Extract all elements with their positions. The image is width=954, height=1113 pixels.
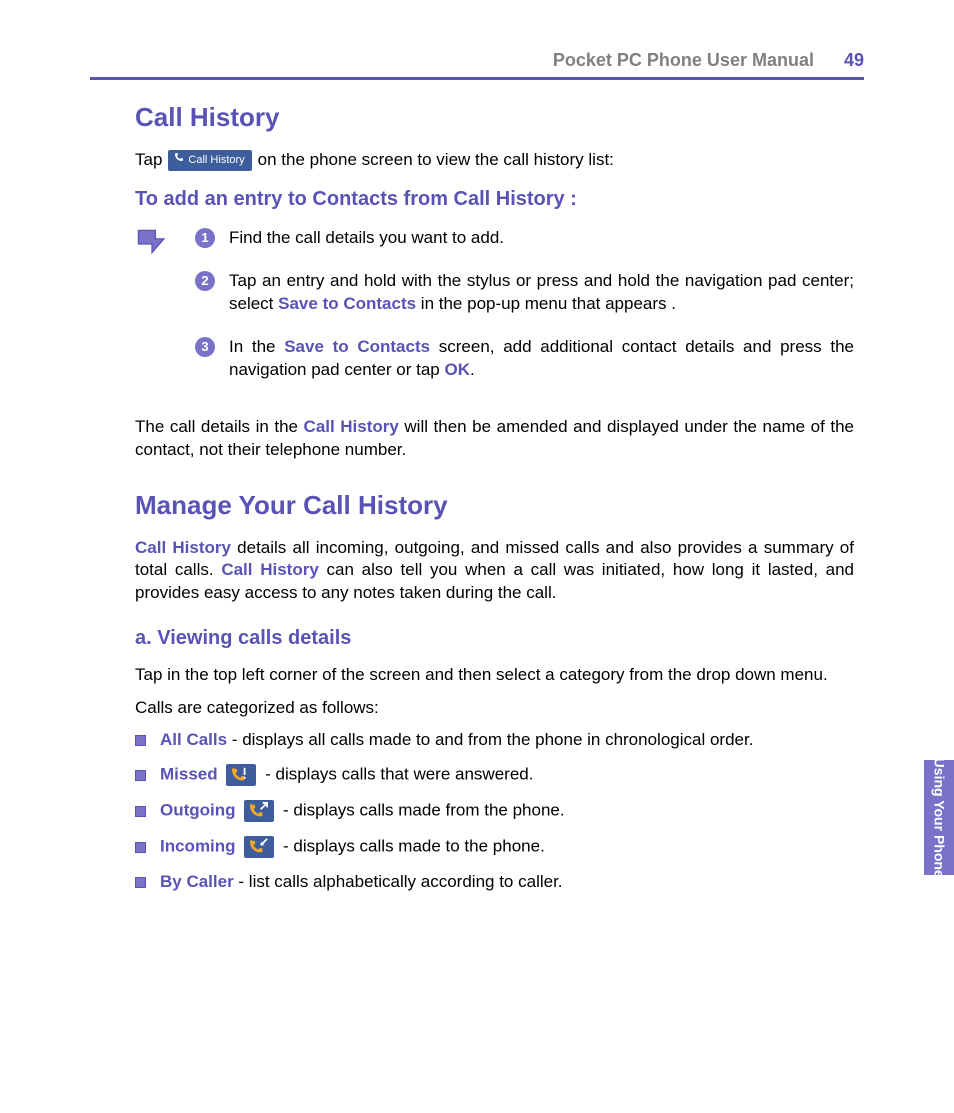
section-heading-manage: Manage Your Call History bbox=[135, 490, 854, 521]
square-bullet-icon bbox=[135, 770, 146, 781]
page-content: Call History Tap Call History on the pho… bbox=[90, 102, 864, 892]
category-list: All Calls - displays all calls made to a… bbox=[135, 730, 854, 892]
tap-instruction: Tap Call History on the phone screen to … bbox=[135, 149, 854, 172]
tap-post: on the phone screen to view the call his… bbox=[258, 149, 614, 172]
page-header: Pocket PC Phone User Manual 49 bbox=[90, 50, 864, 71]
steps-list: 1 Find the call details you want to add.… bbox=[195, 227, 854, 402]
call-history-link: Call History bbox=[221, 560, 318, 579]
call-history-button-chip: Call History bbox=[168, 150, 251, 171]
list-text: All Calls - displays all calls made to a… bbox=[160, 730, 753, 750]
missed-call-icon bbox=[226, 764, 256, 786]
page-number: 49 bbox=[844, 50, 864, 71]
step-number: 1 bbox=[195, 228, 215, 248]
viewing-p2: Calls are categorized as follows: bbox=[135, 697, 854, 720]
header-rule bbox=[90, 77, 864, 80]
steps-pointer-icon bbox=[135, 227, 175, 402]
ok-link: OK bbox=[444, 360, 470, 379]
closing-paragraph: The call details in the Call History wil… bbox=[135, 416, 854, 462]
step-text: Find the call details you want to add. bbox=[229, 227, 854, 250]
list-item: Missed - displays calls that were answer… bbox=[135, 764, 854, 786]
list-text: Incoming - displays calls made to the ph… bbox=[160, 836, 545, 858]
subheading-add-entry: To add an entry to Contacts from Call Hi… bbox=[135, 188, 854, 211]
call-history-link: Call History bbox=[304, 417, 399, 436]
square-bullet-icon bbox=[135, 877, 146, 888]
square-bullet-icon bbox=[135, 735, 146, 746]
viewing-p1: Tap in the top left corner of the screen… bbox=[135, 664, 854, 687]
section-heading-call-history: Call History bbox=[135, 102, 854, 133]
chapter-tab: Using Your Phone bbox=[924, 760, 954, 875]
list-text: Missed - displays calls that were answer… bbox=[160, 764, 533, 786]
list-item: Outgoing - displays calls made from the … bbox=[135, 800, 854, 822]
manage-intro: Call History details all incoming, outgo… bbox=[135, 537, 854, 606]
step-3: 3 In the Save to Contacts screen, add ad… bbox=[195, 336, 854, 382]
step-number: 2 bbox=[195, 271, 215, 291]
step-number: 3 bbox=[195, 337, 215, 357]
outgoing-call-icon bbox=[244, 800, 274, 822]
step-text: In the Save to Contacts screen, add addi… bbox=[229, 336, 854, 382]
phone-icon bbox=[173, 152, 185, 169]
incoming-call-icon bbox=[244, 836, 274, 858]
tap-pre: Tap bbox=[135, 149, 162, 172]
list-item: By Caller - list calls alphabetically ac… bbox=[135, 872, 854, 892]
page-container: Pocket PC Phone User Manual 49 Call Hist… bbox=[0, 0, 954, 946]
save-to-contacts-link: Save to Contacts bbox=[284, 337, 430, 356]
step-1: 1 Find the call details you want to add. bbox=[195, 227, 854, 250]
subheading-viewing-details: a. Viewing calls details bbox=[135, 627, 854, 650]
step-text: Tap an entry and hold with the stylus or… bbox=[229, 270, 854, 316]
step-2: 2 Tap an entry and hold with the stylus … bbox=[195, 270, 854, 316]
manual-title: Pocket PC Phone User Manual bbox=[553, 50, 814, 71]
square-bullet-icon bbox=[135, 806, 146, 817]
square-bullet-icon bbox=[135, 842, 146, 853]
list-text: By Caller - list calls alphabetically ac… bbox=[160, 872, 563, 892]
list-item: Incoming - displays calls made to the ph… bbox=[135, 836, 854, 858]
chapter-tab-label: Using Your Phone bbox=[931, 757, 946, 877]
call-history-link: Call History bbox=[135, 538, 231, 557]
save-to-contacts-link: Save to Contacts bbox=[278, 294, 416, 313]
steps-block: 1 Find the call details you want to add.… bbox=[135, 227, 854, 402]
chip-label: Call History bbox=[188, 153, 244, 168]
list-item: All Calls - displays all calls made to a… bbox=[135, 730, 854, 750]
list-text: Outgoing - displays calls made from the … bbox=[160, 800, 565, 822]
